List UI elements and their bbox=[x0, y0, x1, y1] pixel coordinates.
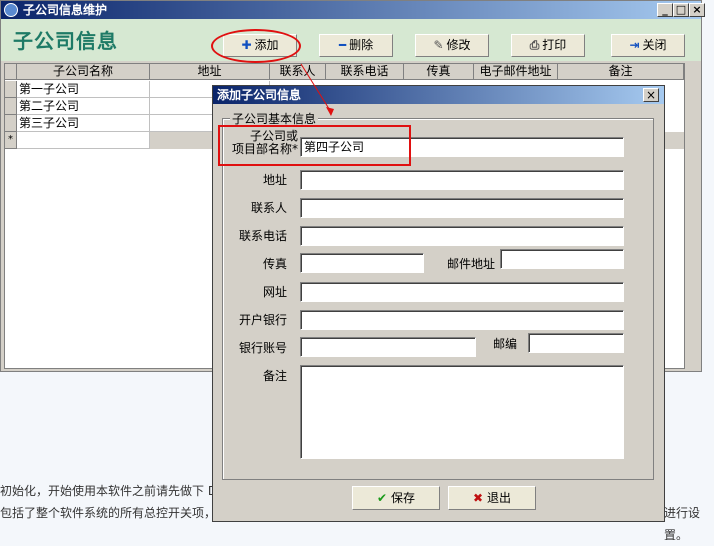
maximize-button[interactable]: □ bbox=[673, 3, 689, 17]
print-button-label: 打印 bbox=[542, 38, 567, 52]
row-header[interactable] bbox=[5, 98, 17, 115]
grid-corner bbox=[5, 64, 17, 80]
address-label: 地址 bbox=[262, 173, 287, 187]
row-header[interactable] bbox=[5, 81, 17, 98]
fax-field[interactable] bbox=[300, 253, 424, 273]
column-header-email[interactable]: 电子邮件地址 bbox=[474, 64, 558, 80]
postcode-field[interactable] bbox=[528, 333, 624, 353]
table-cell-name[interactable]: 第二子公司 bbox=[17, 98, 150, 115]
annotation-ellipse bbox=[211, 29, 301, 63]
annotation-arrow bbox=[300, 63, 334, 116]
close-window-button[interactable]: × bbox=[689, 3, 705, 17]
exit-button[interactable]: ✖ 退出 bbox=[448, 486, 536, 510]
window-title: 子公司信息维护 bbox=[23, 3, 108, 17]
delete-button[interactable]: ━ 删除 bbox=[319, 34, 393, 57]
header-area: 子公司信息 ✚ 添加 ━ 删除 ✎ 修改 ⎙ 打印 ⇥ 关闭 bbox=[1, 19, 701, 61]
print-button[interactable]: ⎙ 打印 bbox=[511, 34, 585, 57]
status-line-2: 包括了整个软件系统的所有总控开关项， bbox=[0, 506, 217, 520]
page-title: 子公司信息 bbox=[13, 29, 118, 53]
bank-label: 开户银行 bbox=[238, 313, 287, 327]
dialog-title: 添加子公司信息 bbox=[217, 88, 302, 102]
edit-icon: ✎ bbox=[433, 38, 444, 52]
table-cell-name[interactable]: 第一子公司 bbox=[17, 81, 150, 98]
column-header-phone[interactable]: 联系电话 bbox=[326, 64, 404, 80]
bank-field[interactable] bbox=[300, 310, 624, 330]
printer-icon: ⎙ bbox=[529, 38, 540, 52]
main-title-bar: 子公司信息维护 _ □ × bbox=[1, 1, 705, 19]
close-button[interactable]: ⇥ 关闭 bbox=[611, 34, 685, 57]
table-cell-name[interactable]: 第三子公司 bbox=[17, 115, 150, 132]
account-field[interactable] bbox=[300, 337, 476, 357]
check-icon: ✔ bbox=[376, 491, 388, 505]
x-icon: ✖ bbox=[472, 491, 484, 505]
fax-label: 传真 bbox=[262, 257, 287, 271]
dialog-title-bar: 添加子公司信息 × bbox=[213, 86, 664, 104]
app-icon bbox=[4, 3, 18, 17]
contact-label: 联系人 bbox=[250, 201, 287, 215]
website-label: 网址 bbox=[262, 285, 287, 299]
new-row-marker[interactable]: * bbox=[5, 132, 17, 149]
minimize-button[interactable]: _ bbox=[657, 3, 673, 17]
postcode-label: 邮编 bbox=[492, 337, 517, 351]
column-header-contact[interactable]: 联系人 bbox=[270, 64, 326, 80]
column-header-fax[interactable]: 传真 bbox=[404, 64, 474, 80]
address-field[interactable] bbox=[300, 170, 624, 190]
exit-button-label: 退出 bbox=[487, 491, 512, 505]
annotation-box bbox=[218, 125, 411, 166]
save-button-label: 保存 bbox=[391, 491, 416, 505]
save-button[interactable]: ✔ 保存 bbox=[352, 486, 440, 510]
contact-field[interactable] bbox=[300, 198, 624, 218]
edit-button[interactable]: ✎ 修改 bbox=[415, 34, 489, 57]
add-company-dialog: 添加子公司信息 × 子公司基本信息 子公司或 项目部名称* 第四子公司 地址 联… bbox=[212, 63, 665, 522]
notes-label: 备注 bbox=[262, 369, 287, 383]
delete-button-label: 删除 bbox=[349, 38, 374, 52]
edit-button-label: 修改 bbox=[446, 38, 471, 52]
row-header[interactable] bbox=[5, 115, 17, 132]
phone-field[interactable] bbox=[300, 226, 624, 246]
account-label: 银行账号 bbox=[238, 341, 287, 355]
website-field[interactable] bbox=[300, 282, 624, 302]
phone-label: 联系电话 bbox=[238, 229, 287, 243]
table-cell-new[interactable] bbox=[17, 132, 150, 149]
column-header-name[interactable]: 子公司名称 bbox=[17, 64, 150, 80]
exit-door-icon: ⇥ bbox=[629, 38, 640, 52]
column-header-notes[interactable]: 备注 bbox=[558, 64, 684, 80]
email-field[interactable] bbox=[500, 249, 624, 269]
notes-field[interactable] bbox=[300, 365, 624, 459]
dialog-close-button[interactable]: × bbox=[643, 88, 659, 102]
email-label: 邮件地址 bbox=[446, 257, 495, 271]
minus-icon: ━ bbox=[338, 38, 347, 52]
column-header-address[interactable]: 地址 bbox=[150, 64, 270, 80]
status-line-2-right: 进行设置。 bbox=[664, 506, 701, 542]
close-button-label: 关闭 bbox=[642, 38, 667, 52]
